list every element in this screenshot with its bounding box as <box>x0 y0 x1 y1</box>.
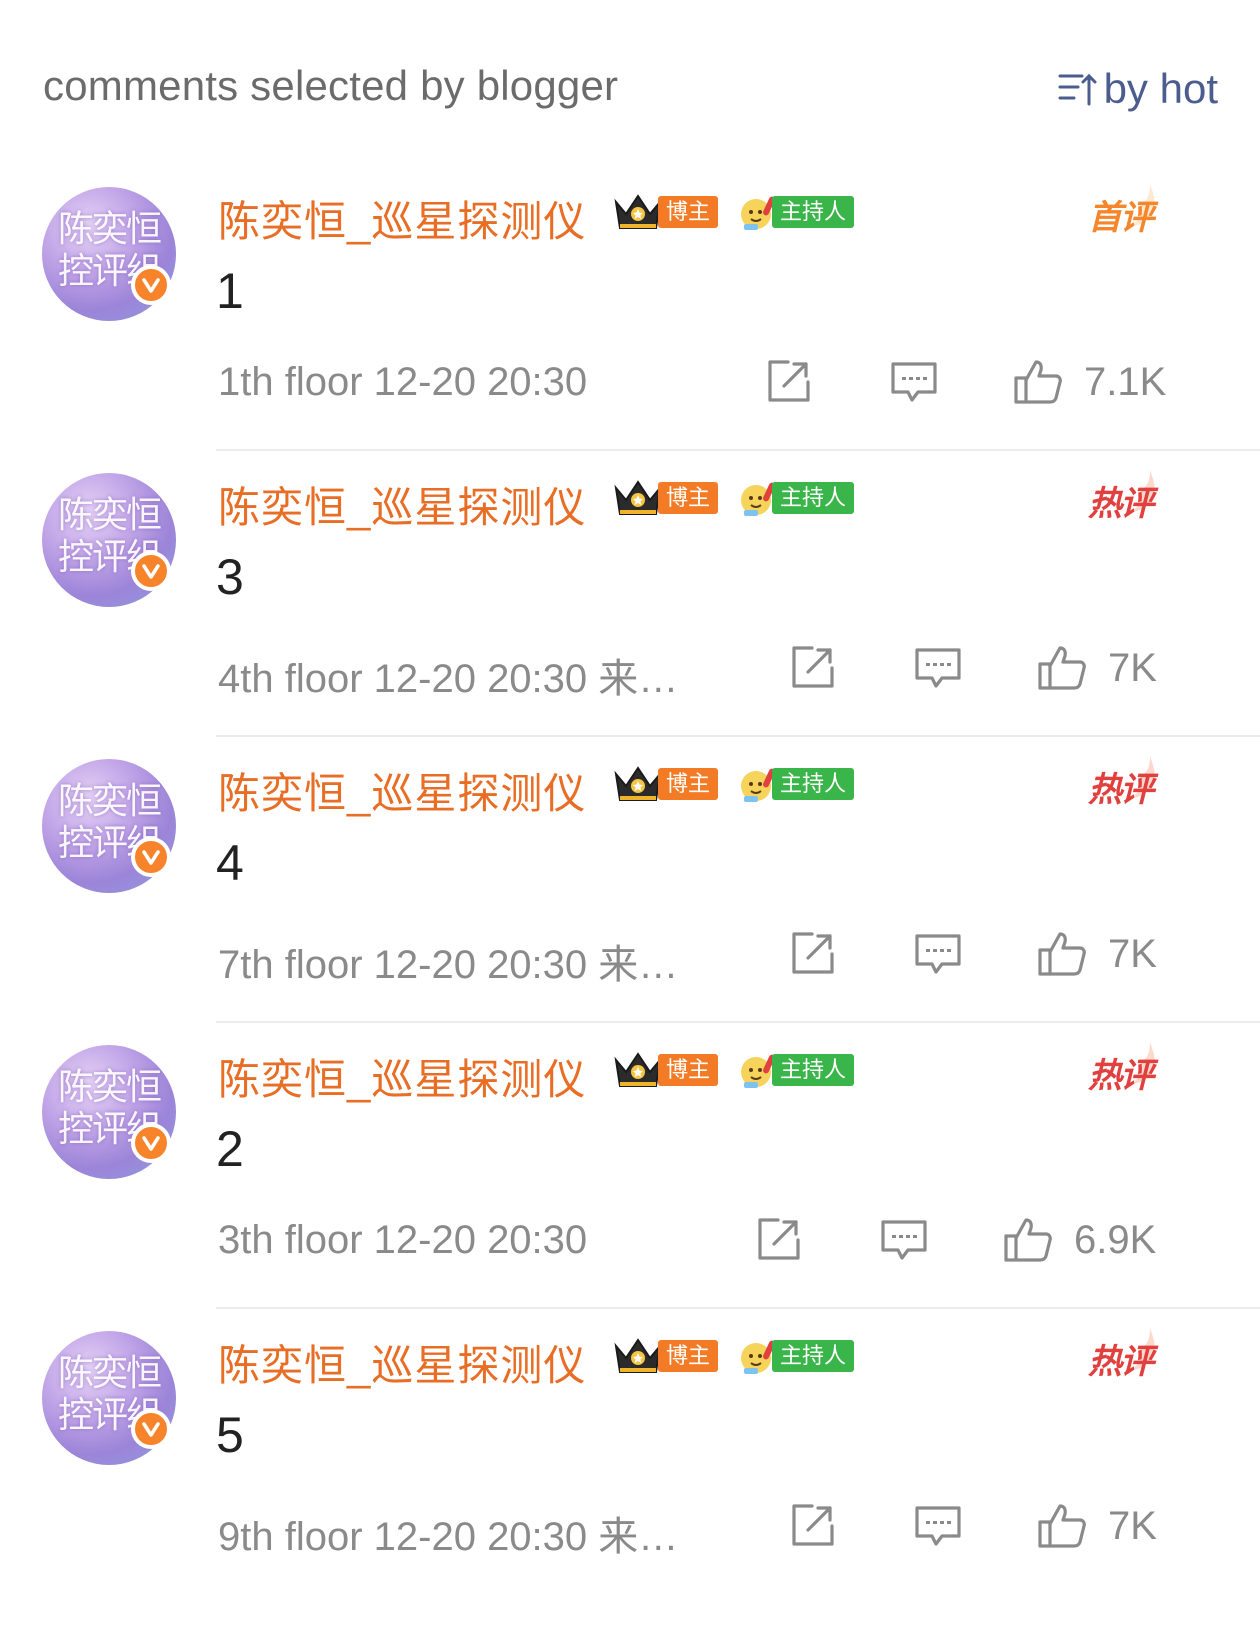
like-button[interactable]: 7K <box>1036 1498 1157 1554</box>
host-tag: 主持人 <box>772 482 855 514</box>
blogger-badge: 博主 <box>612 1048 719 1092</box>
like-count: 7K <box>1108 645 1157 690</box>
section-title: comments selected by blogger <box>43 62 619 109</box>
blogger-tag: 博主 <box>658 1054 719 1086</box>
sort-by-hot-button[interactable]: by hot <box>1056 64 1218 114</box>
comment-bubble-icon <box>915 648 961 688</box>
crown-icon <box>612 1334 664 1378</box>
blogger-tag: 博主 <box>658 1340 719 1372</box>
crown-icon <box>612 762 664 806</box>
host-badge: 主持人 <box>736 1336 855 1376</box>
host-badge: 主持人 <box>736 192 855 232</box>
host-badge: 主持人 <box>736 1050 855 1090</box>
comment-text[interactable]: 3 <box>216 548 244 606</box>
username[interactable]: 陈奕恒_巡星探测仪 <box>218 760 586 821</box>
comment-rank-label: 热评 <box>1088 1343 1154 1381</box>
comment-text[interactable]: 2 <box>216 1120 244 1178</box>
comment-rank-label: 热评 <box>1088 771 1154 809</box>
comment-rank-label: 首评 <box>1088 199 1154 237</box>
verified-icon <box>131 551 171 591</box>
blogger-tag: 博主 <box>658 768 719 800</box>
share-icon <box>758 1218 800 1260</box>
blogger-badge: 博主 <box>612 476 719 520</box>
like-count: 7.1K <box>1084 359 1167 404</box>
share-icon <box>792 646 834 688</box>
share-button[interactable] <box>786 926 838 982</box>
comment-item: 陈奕恒控评组 陈奕恒_巡星探测仪 博主 <box>0 436 1260 737</box>
host-tag: 主持人 <box>772 1054 855 1086</box>
username[interactable]: 陈奕恒_巡星探测仪 <box>218 188 586 249</box>
share-icon <box>792 1504 834 1546</box>
comment-item: 陈奕恒控评组 陈奕恒_巡星探测仪 博主 <box>0 150 1260 451</box>
thumbs-up-icon <box>1038 1504 1086 1548</box>
comment-item: 陈奕恒控评组 陈奕恒_巡星探测仪 博主 <box>0 722 1260 1023</box>
host-tag: 主持人 <box>772 196 855 228</box>
like-count: 7K <box>1108 931 1157 976</box>
comment-item: 陈奕恒控评组 陈奕恒_巡星探测仪 博主 <box>0 1294 1260 1595</box>
thumbs-up-icon <box>1004 1218 1052 1262</box>
host-tag: 主持人 <box>772 768 855 800</box>
share-button[interactable] <box>786 640 838 696</box>
host-tag: 主持人 <box>772 1340 855 1372</box>
share-button[interactable] <box>786 1498 838 1554</box>
verified-icon <box>131 265 171 305</box>
like-button[interactable]: 7K <box>1036 926 1157 982</box>
crown-icon <box>612 190 664 234</box>
host-badge: 主持人 <box>736 764 855 804</box>
comment-bubble-icon <box>915 934 961 974</box>
blogger-badge: 博主 <box>612 1334 719 1378</box>
blogger-badge: 博主 <box>612 190 719 234</box>
comments-header: comments selected by blogger by hot <box>0 0 1260 150</box>
sort-icon <box>1058 73 1097 106</box>
reply-button[interactable] <box>912 640 964 696</box>
reply-button[interactable] <box>888 354 940 410</box>
comment-text[interactable]: 1 <box>216 262 244 320</box>
comment-rank-label: 热评 <box>1088 485 1154 523</box>
share-button[interactable] <box>752 1212 804 1268</box>
thumbs-up-icon <box>1038 932 1086 976</box>
share-icon <box>792 932 834 974</box>
reply-button[interactable] <box>912 1498 964 1554</box>
comment-meta: 9th floor 12-20 20:30 来… <box>218 1515 679 1559</box>
blogger-tag: 博主 <box>658 196 719 228</box>
thumbs-up-icon <box>1038 646 1086 690</box>
host-badge: 主持人 <box>736 478 855 518</box>
comment-meta: 7th floor 12-20 20:30 来… <box>218 943 679 987</box>
sort-label: by hot <box>1103 65 1218 112</box>
crown-icon <box>612 476 664 520</box>
blogger-badge: 博主 <box>612 762 719 806</box>
crown-icon <box>612 1048 664 1092</box>
comment-text[interactable]: 4 <box>216 834 244 892</box>
verified-icon <box>131 1123 171 1163</box>
verified-icon <box>131 837 171 877</box>
thumbs-up-icon <box>1014 360 1062 404</box>
comment-item: 陈奕恒控评组 陈奕恒_巡星探测仪 博主 <box>0 1008 1260 1309</box>
username[interactable]: 陈奕恒_巡星探测仪 <box>218 1046 586 1107</box>
like-button[interactable]: 6.9K <box>1002 1212 1156 1268</box>
comment-meta: 4th floor 12-20 20:30 来… <box>218 657 679 701</box>
comment-meta: 3th floor 12-20 20:30 <box>218 1218 588 1262</box>
blogger-tag: 博主 <box>658 482 719 514</box>
comment-text[interactable]: 5 <box>216 1406 244 1464</box>
reply-button[interactable] <box>878 1212 930 1268</box>
like-button[interactable]: 7.1K <box>1012 354 1166 410</box>
comment-bubble-icon <box>881 1220 927 1260</box>
like-count: 6.9K <box>1074 1217 1157 1262</box>
verified-icon <box>131 1409 171 1449</box>
username[interactable]: 陈奕恒_巡星探测仪 <box>218 474 586 535</box>
comment-bubble-icon <box>891 362 937 402</box>
comment-bubble-icon <box>915 1506 961 1546</box>
username[interactable]: 陈奕恒_巡星探测仪 <box>218 1332 586 1393</box>
like-count: 7K <box>1108 1503 1157 1548</box>
like-button[interactable]: 7K <box>1036 640 1157 696</box>
share-icon <box>768 360 810 402</box>
comment-meta: 1th floor 12-20 20:30 <box>218 360 588 404</box>
reply-button[interactable] <box>912 926 964 982</box>
share-button[interactable] <box>762 354 814 410</box>
comment-rank-label: 热评 <box>1088 1057 1154 1095</box>
